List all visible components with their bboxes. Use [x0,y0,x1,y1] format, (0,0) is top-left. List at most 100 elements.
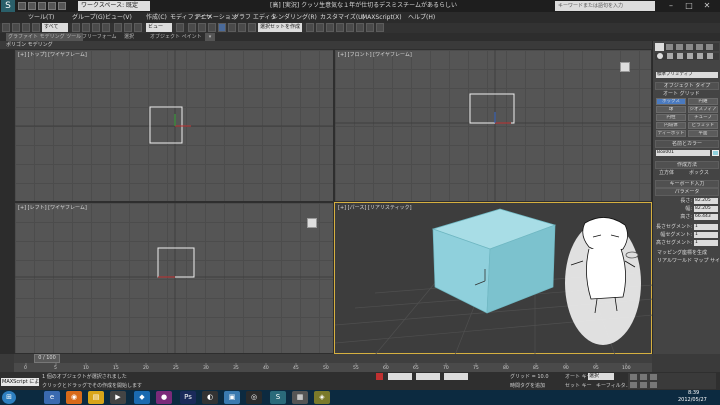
key-filters-button[interactable]: キーフィルタ... [596,382,630,389]
rect-select-icon[interactable] [92,23,100,32]
new-file-icon[interactable] [18,2,26,10]
coord-z-field[interactable] [444,373,468,380]
gen-mapping-checkbox[interactable]: マッピング座標を生成 [657,249,719,257]
hierarchy-tab-icon[interactable] [676,44,683,50]
utilities-tab-icon[interactable] [706,44,713,50]
start-button-icon[interactable]: ⊞ [2,391,16,404]
viewport-front[interactable]: [+] [フロント] [ワイヤフレーム] [334,49,652,202]
render-setup-icon[interactable] [356,23,364,32]
viewport-left[interactable]: [+] [レフト] [ワイヤフレーム] [14,202,334,354]
maxscript-listener[interactable]: MAXScript にようこ [1,378,39,386]
tube-button[interactable]: チューブ [688,114,718,121]
minimize-button[interactable]: – [664,1,678,11]
menu-group[interactable]: グループ(G) [72,13,105,22]
edit-named-sets-icon[interactable] [228,23,236,32]
menu-rendering[interactable]: レンダリング(R) [272,13,317,22]
zoom-all-icon[interactable] [640,374,647,380]
workspace-dropdown[interactable]: ワークスペース: 既定 [78,1,150,11]
close-button[interactable]: ✕ [700,1,714,11]
viewcube-left-icon[interactable] [307,218,317,228]
geosphere-button[interactable]: ジオスフィア [688,106,718,113]
ie-icon[interactable]: e [44,391,60,404]
cylinder-button[interactable]: 円柱 [656,114,686,121]
teapot-button[interactable]: ティーポット [656,130,686,137]
rotate-icon[interactable] [124,23,132,32]
ribbon-collapse-button[interactable]: ▾ [205,33,215,41]
app-icon-13[interactable]: ◈ [314,391,330,404]
display-tab-icon[interactable] [696,44,703,50]
undo-icon[interactable] [48,2,56,10]
cone-button[interactable]: 円錐 [688,98,718,105]
redo-tool-icon[interactable] [12,23,20,32]
geometry-icon[interactable] [657,53,663,59]
helpers-icon[interactable] [697,53,703,59]
motion-tab-icon[interactable] [686,44,693,50]
maximize-viewport-icon[interactable] [650,382,657,388]
named-selection-dropdown[interactable]: 選択セットを作成 [258,23,302,32]
param-length-segs-field[interactable]: 1 [694,224,718,230]
select-by-name-icon[interactable] [82,23,90,32]
schematic-view-icon[interactable] [336,23,344,32]
time-slider[interactable]: 0 / 100 [14,354,652,363]
menu-help[interactable]: ヘルプ(H) [408,13,435,22]
cameras-icon[interactable] [687,53,693,59]
creation-method-header[interactable]: 作成方法 [655,161,719,169]
layer-manager-icon[interactable] [306,23,314,32]
clock-time[interactable]: 8:39 [688,390,699,396]
render-production-icon[interactable] [376,23,384,32]
app-icon-5[interactable]: ◆ [134,391,150,404]
param-height-field[interactable]: 66.443 [694,214,718,220]
coord-x-field[interactable] [388,373,412,380]
create-tab-icon[interactable] [655,43,664,51]
undo-tool-icon[interactable] [2,23,10,32]
menu-customize[interactable]: カスタマイズ(U) [320,13,365,22]
category-dropdown[interactable]: 標準プリミティブ [656,72,718,78]
track-bar[interactable]: 0 5 10 15 20 25 30 35 40 45 50 55 60 65 … [14,363,652,372]
rendered-frame-icon[interactable] [366,23,374,32]
keyboard-entry-header[interactable]: キーボード入力 [655,180,719,188]
app-icon-6[interactable]: ● [156,391,172,404]
menu-graph-editors[interactable]: グラフ エディタ [233,13,277,22]
name-color-header[interactable]: 名前とカラー [655,140,719,148]
mirror-icon[interactable] [238,23,246,32]
maximize-button[interactable]: □ [682,1,696,11]
pan-icon[interactable] [630,382,637,388]
scale-icon[interactable] [134,23,142,32]
pivot-center-icon[interactable] [176,23,184,32]
param-width-field[interactable]: 82.205 [694,206,718,212]
real-world-checkbox[interactable]: リアルワールド マップ サイズ [657,257,719,265]
redo-icon[interactable] [58,2,66,10]
open-file-icon[interactable] [28,2,36,10]
tab-graphite-modeling[interactable]: グラファイト モデリング ツール [6,33,84,41]
sphere-button[interactable]: 球 [656,106,686,113]
tab-object-paint[interactable]: オブジェクト ペイント [150,33,202,41]
search-input[interactable]: キーワードまたは語句を入力 [555,1,655,11]
viewcube-icon[interactable] [620,62,630,72]
percent-snap-icon[interactable] [208,23,216,32]
explorer-icon[interactable]: ▤ [88,391,104,404]
selection-filter-dropdown[interactable]: すべて [42,23,68,32]
menu-create[interactable]: 作成(C) [146,13,167,22]
tab-selection[interactable]: 選択 [124,33,134,41]
lights-icon[interactable] [677,53,683,59]
angle-snap-icon[interactable] [198,23,206,32]
app-icon-9[interactable]: ▣ [224,391,240,404]
photoshop-icon[interactable]: Ps [180,391,196,404]
select-object-icon[interactable] [72,23,80,32]
tab-freeform[interactable]: フリーフォーム [82,33,117,41]
setkey-button[interactable]: セット キー [565,382,592,389]
viewport-perspective[interactable]: [+] [パース] [リアリスティック] [334,202,653,355]
add-time-tag[interactable]: 時間タグを追加 [510,382,545,389]
material-editor-icon[interactable] [346,23,354,32]
window-crossing-icon[interactable] [102,23,110,32]
modify-tab-icon[interactable] [666,44,673,50]
app-logo-icon[interactable]: S [1,0,15,12]
ribbon-subtitle[interactable]: ポリゴン モデリング [6,41,53,49]
app-icon-8[interactable]: ◐ [202,391,218,404]
shapes-icon[interactable] [667,53,673,59]
3dsmax-icon[interactable]: S [270,391,286,404]
param-width-segs-field[interactable]: 1 [694,232,718,238]
link-icon[interactable] [22,23,30,32]
param-length-field[interactable]: 82.205 [694,198,718,204]
curve-editor-icon[interactable] [326,23,334,32]
